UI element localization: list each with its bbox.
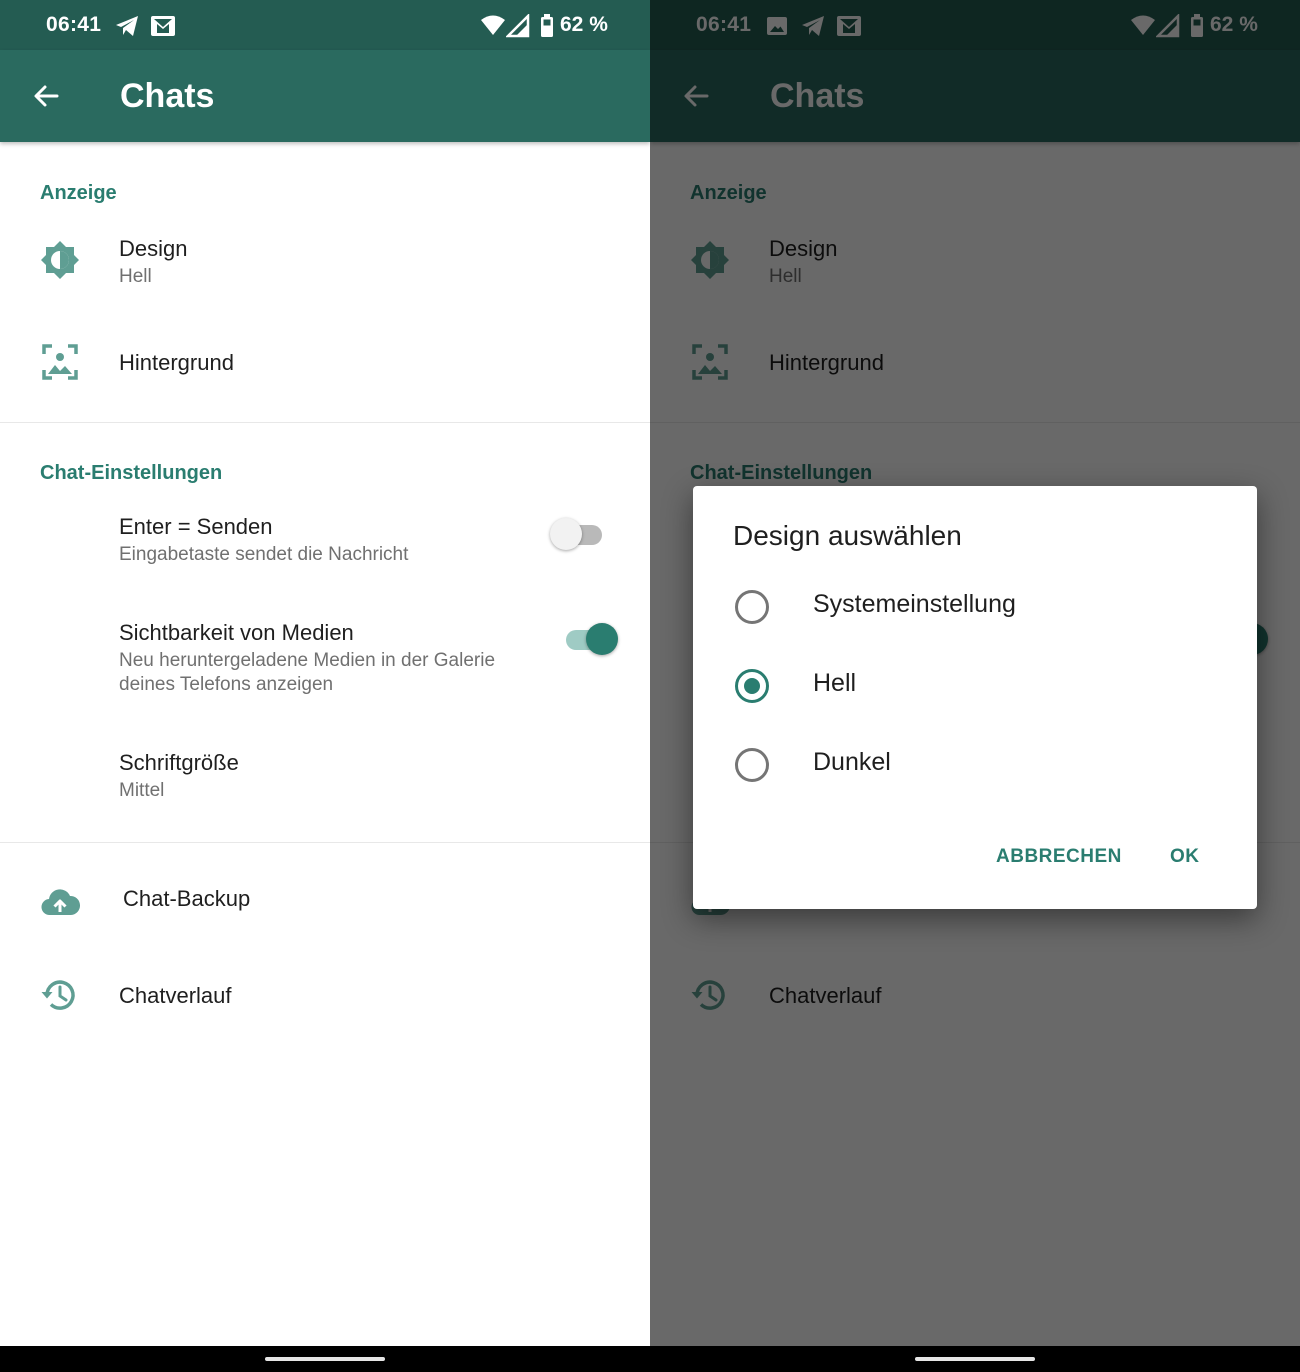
cancel-button[interactable]: ABBRECHEN bbox=[996, 846, 1122, 868]
wallpaper-icon bbox=[42, 344, 78, 380]
divider bbox=[0, 422, 650, 423]
section-header-chat-settings: Chat-Einstellungen bbox=[40, 462, 223, 484]
navigation-bar bbox=[650, 1346, 1300, 1372]
status-time: 06:41 bbox=[46, 13, 102, 36]
radio-button-selected[interactable] bbox=[735, 669, 769, 703]
navigation-bar bbox=[0, 1346, 650, 1372]
toggle-thumb bbox=[550, 518, 582, 550]
setting-media-visibility-subtitle-line1: Neu heruntergeladene Medien in der Galer… bbox=[119, 650, 496, 671]
setting-enter-send-title: Enter = Senden bbox=[119, 514, 273, 539]
enter-send-toggle[interactable] bbox=[550, 514, 606, 550]
battery-percent: 62 % bbox=[560, 13, 608, 36]
settings-screen-left: 06:41 62 % Chats Anzeige Design Hell Hin… bbox=[0, 0, 650, 1372]
setting-chat-backup-title: Chat-Backup bbox=[123, 886, 251, 911]
radio-label: Dunkel bbox=[813, 748, 891, 776]
home-handle[interactable] bbox=[265, 1357, 385, 1361]
dialog-title: Design auswählen bbox=[733, 520, 962, 551]
toggle-thumb bbox=[586, 623, 618, 655]
setting-font-size-value: Mittel bbox=[119, 780, 165, 801]
setting-enter-send-subtitle: Eingabetaste sendet die Nachricht bbox=[119, 544, 409, 565]
status-bar: 06:41 62 % bbox=[0, 0, 650, 50]
setting-font-size-title: Schriftgröße bbox=[119, 750, 239, 775]
setting-design-title: Design bbox=[119, 236, 188, 261]
cloud-upload-icon bbox=[41, 889, 80, 916]
telegram-icon bbox=[116, 16, 138, 36]
radio-option-system[interactable]: Systemeinstellung bbox=[693, 576, 1257, 636]
setting-media-visibility-title: Sichtbarkeit von Medien bbox=[119, 620, 354, 645]
section-header-display: Anzeige bbox=[40, 182, 117, 204]
design-dialog: Design auswählen Systemeinstellung Hell … bbox=[693, 486, 1257, 909]
settings-screen-right: 06:41 62 % Chats Anzeige Design Hell Hin… bbox=[650, 0, 1300, 1372]
radio-option-light[interactable]: Hell bbox=[693, 655, 1257, 715]
page-title: Chats bbox=[120, 77, 215, 115]
setting-background-title: Hintergrund bbox=[119, 350, 234, 375]
wifi-icon bbox=[481, 15, 505, 35]
divider bbox=[0, 842, 650, 843]
media-visibility-toggle[interactable] bbox=[562, 619, 618, 655]
radio-option-dark[interactable]: Dunkel bbox=[693, 734, 1257, 794]
setting-design-value: Hell bbox=[119, 266, 152, 287]
home-handle[interactable] bbox=[915, 1357, 1035, 1361]
radio-button[interactable] bbox=[735, 748, 769, 782]
battery-icon bbox=[541, 14, 553, 37]
radio-label: Hell bbox=[813, 669, 857, 697]
setting-media-visibility-subtitle-line2: deines Telefons anzeigen bbox=[119, 674, 334, 695]
cell-signal-icon bbox=[506, 14, 530, 38]
arrow-back-icon[interactable] bbox=[30, 80, 62, 112]
gmail-icon bbox=[151, 16, 175, 36]
brightness-icon bbox=[41, 241, 79, 279]
history-icon bbox=[41, 980, 75, 1010]
radio-label: Systemeinstellung bbox=[813, 590, 1016, 618]
radio-button[interactable] bbox=[735, 590, 769, 624]
app-bar: Chats bbox=[0, 50, 650, 142]
setting-chat-history-title: Chatverlauf bbox=[119, 983, 232, 1008]
ok-button[interactable]: OK bbox=[1170, 846, 1200, 868]
